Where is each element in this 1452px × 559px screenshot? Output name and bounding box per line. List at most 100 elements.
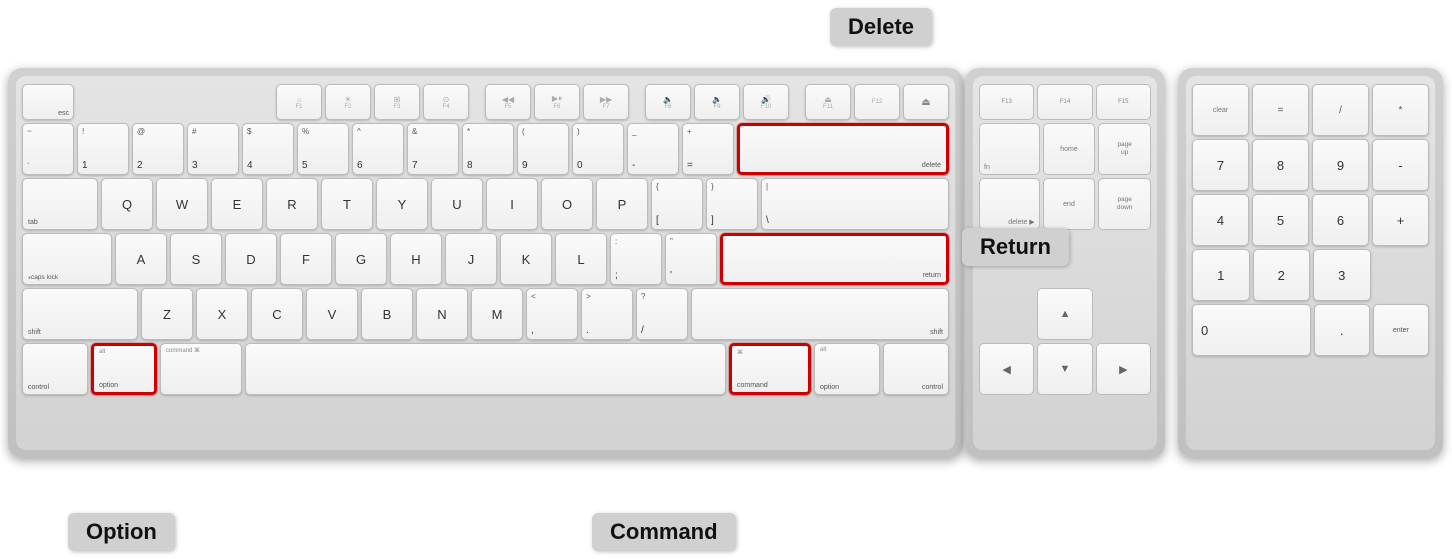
key-num-0[interactable]: 0 bbox=[1192, 304, 1311, 356]
key-4[interactable]: $4 bbox=[242, 123, 294, 175]
key-end[interactable]: end bbox=[1043, 178, 1096, 230]
key-n[interactable]: N bbox=[416, 288, 468, 340]
key-num-1[interactable]: 1 bbox=[1192, 249, 1250, 301]
key-num-8[interactable]: 8 bbox=[1252, 139, 1309, 191]
key-quote[interactable]: "' bbox=[665, 233, 717, 285]
key-f15[interactable]: F15 bbox=[1096, 84, 1151, 120]
key-return[interactable]: return bbox=[720, 233, 949, 285]
key-eject[interactable]: ⏏ bbox=[903, 84, 949, 120]
key-delete[interactable]: delete bbox=[737, 123, 949, 175]
key-a[interactable]: A bbox=[115, 233, 167, 285]
key-f14[interactable]: F14 bbox=[1037, 84, 1092, 120]
key-num-9[interactable]: 9 bbox=[1312, 139, 1369, 191]
key-f3[interactable]: ⊞ F3 bbox=[374, 84, 420, 120]
key-j[interactable]: J bbox=[445, 233, 497, 285]
key-comma[interactable]: <, bbox=[526, 288, 578, 340]
key-arrow-up[interactable]: ▲ bbox=[1037, 288, 1094, 340]
key-i[interactable]: I bbox=[486, 178, 538, 230]
key-command-left-label[interactable]: command ⌘ bbox=[160, 343, 242, 395]
key-o[interactable]: O bbox=[541, 178, 593, 230]
key-num-slash[interactable]: / bbox=[1312, 84, 1369, 136]
key-shift-left[interactable]: shift bbox=[22, 288, 138, 340]
key-f10[interactable]: 🔊 F10 bbox=[743, 84, 789, 120]
key-f13[interactable]: F13 bbox=[979, 84, 1034, 120]
key-esc[interactable]: esc bbox=[22, 84, 74, 120]
key-num-dot[interactable]: . bbox=[1314, 304, 1370, 356]
key-num-5[interactable]: 5 bbox=[1252, 194, 1309, 246]
key-clear[interactable]: clear bbox=[1192, 84, 1249, 136]
key-l[interactable]: L bbox=[555, 233, 607, 285]
key-control-right[interactable]: control bbox=[883, 343, 949, 395]
key-num-asterisk[interactable]: * bbox=[1372, 84, 1429, 136]
key-q[interactable]: Q bbox=[101, 178, 153, 230]
key-num-2[interactable]: 2 bbox=[1253, 249, 1311, 301]
key-pagedown[interactable]: pagedown bbox=[1098, 178, 1151, 230]
key-w[interactable]: W bbox=[156, 178, 208, 230]
key-tab[interactable]: tab bbox=[22, 178, 98, 230]
key-7[interactable]: &7 bbox=[407, 123, 459, 175]
key-b[interactable]: B bbox=[361, 288, 413, 340]
key-option-left[interactable]: alt option bbox=[91, 343, 157, 395]
key-pageup[interactable]: pageup bbox=[1098, 123, 1151, 175]
key-num-equals[interactable]: = bbox=[1252, 84, 1309, 136]
key-num-plus[interactable]: + bbox=[1372, 194, 1429, 246]
key-num-6[interactable]: 6 bbox=[1312, 194, 1369, 246]
key-equals[interactable]: += bbox=[682, 123, 734, 175]
key-minus[interactable]: _- bbox=[627, 123, 679, 175]
key-1[interactable]: !1 bbox=[77, 123, 129, 175]
key-grave[interactable]: ~` bbox=[22, 123, 74, 175]
key-9[interactable]: (9 bbox=[517, 123, 569, 175]
key-space[interactable] bbox=[245, 343, 726, 395]
key-arrow-down[interactable]: ▼ bbox=[1037, 343, 1092, 395]
key-u[interactable]: U bbox=[431, 178, 483, 230]
key-5[interactable]: %5 bbox=[297, 123, 349, 175]
key-num-7[interactable]: 7 bbox=[1192, 139, 1249, 191]
key-semicolon[interactable]: :; bbox=[610, 233, 662, 285]
key-slash[interactable]: ?/ bbox=[636, 288, 688, 340]
key-f2[interactable]: ☀ F2 bbox=[325, 84, 371, 120]
key-h[interactable]: H bbox=[390, 233, 442, 285]
key-arrow-right[interactable]: ▶ bbox=[1096, 343, 1151, 395]
key-2[interactable]: @2 bbox=[132, 123, 184, 175]
key-lbracket[interactable]: {[ bbox=[651, 178, 703, 230]
key-f1[interactable]: ☼ F1 bbox=[276, 84, 322, 120]
key-x[interactable]: X bbox=[196, 288, 248, 340]
key-m[interactable]: M bbox=[471, 288, 523, 340]
key-f12[interactable]: F12 bbox=[854, 84, 900, 120]
key-delete-fwd[interactable]: delete ▶ bbox=[979, 178, 1040, 230]
key-period[interactable]: >. bbox=[581, 288, 633, 340]
key-f4[interactable]: ⊙ F4 bbox=[423, 84, 469, 120]
key-capslock[interactable]: ● caps lock bbox=[22, 233, 112, 285]
key-f5[interactable]: ◀◀ F5 bbox=[485, 84, 531, 120]
key-c[interactable]: C bbox=[251, 288, 303, 340]
key-8[interactable]: *8 bbox=[462, 123, 514, 175]
key-z[interactable]: Z bbox=[141, 288, 193, 340]
key-f8[interactable]: 🔈 F8 bbox=[645, 84, 691, 120]
key-0[interactable]: )0 bbox=[572, 123, 624, 175]
key-home[interactable]: home bbox=[1043, 123, 1096, 175]
key-option-right[interactable]: alt option bbox=[814, 343, 880, 395]
key-6[interactable]: ^6 bbox=[352, 123, 404, 175]
key-shift-right[interactable]: shift bbox=[691, 288, 949, 340]
key-rbracket[interactable]: }] bbox=[706, 178, 758, 230]
key-k[interactable]: K bbox=[500, 233, 552, 285]
key-e[interactable]: E bbox=[211, 178, 263, 230]
key-fn[interactable]: fn bbox=[979, 123, 1040, 175]
key-f[interactable]: F bbox=[280, 233, 332, 285]
key-f11[interactable]: ⏏ F11 bbox=[805, 84, 851, 120]
key-num-3[interactable]: 3 bbox=[1313, 249, 1371, 301]
key-3[interactable]: #3 bbox=[187, 123, 239, 175]
key-s[interactable]: S bbox=[170, 233, 222, 285]
key-f7[interactable]: ▶▶ F7 bbox=[583, 84, 629, 120]
key-p[interactable]: P bbox=[596, 178, 648, 230]
key-num-4[interactable]: 4 bbox=[1192, 194, 1249, 246]
key-d[interactable]: D bbox=[225, 233, 277, 285]
key-r[interactable]: R bbox=[266, 178, 318, 230]
key-arrow-left[interactable]: ◀ bbox=[979, 343, 1034, 395]
key-num-minus[interactable]: - bbox=[1372, 139, 1429, 191]
key-t[interactable]: T bbox=[321, 178, 373, 230]
key-v[interactable]: V bbox=[306, 288, 358, 340]
key-f9[interactable]: 🔉 F9 bbox=[694, 84, 740, 120]
key-g[interactable]: G bbox=[335, 233, 387, 285]
key-y[interactable]: Y bbox=[376, 178, 428, 230]
